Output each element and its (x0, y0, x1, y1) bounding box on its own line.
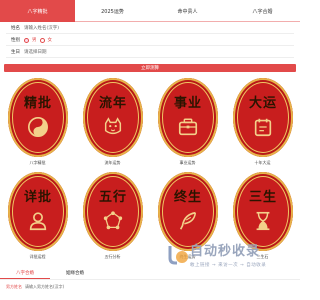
sex-options: 男 女 (24, 37, 52, 43)
service-card-jingpi[interactable]: 精批 八字精批 (0, 78, 75, 170)
service-title: 精批 (23, 96, 52, 111)
service-emblem: 流年 (83, 78, 143, 157)
service-title: 五行 (98, 190, 127, 205)
tiger-icon (104, 117, 122, 135)
service-emblem: 五行 (83, 172, 143, 251)
sex-row: 性别 男 女 (0, 34, 300, 46)
sex-male-label: 男 (32, 38, 37, 43)
service-caption: 五行分析 (104, 254, 121, 259)
person-icon (29, 212, 47, 231)
row-divider (6, 57, 294, 58)
footer-tabs: 八字合婚 姻缘合婚 (0, 267, 300, 279)
service-card-liunian[interactable]: 流年 流年运势 (75, 78, 150, 170)
sex-female-radio[interactable] (39, 37, 45, 43)
service-caption: 十年大运 (254, 160, 271, 165)
service-card-wuxing[interactable]: 五行 五行分析 (75, 172, 150, 264)
tab-bazi-jingpi[interactable]: 八字精批 (0, 0, 75, 22)
watermark-logo-icon (168, 246, 188, 265)
sex-female-label: 女 (47, 38, 53, 43)
submit-button[interactable]: 立即测算 (4, 64, 296, 72)
footer-form: 八字合婚 姻缘合婚 男方姓名 请输入男方姓名(汉字) (0, 267, 300, 300)
yin-yang-icon (28, 117, 48, 137)
service-title: 事业 (173, 96, 202, 111)
service-caption: 流年运势 (104, 160, 121, 165)
birth-row: 生日 请选择日期 (0, 46, 300, 58)
briefcase-icon (178, 118, 198, 136)
male-name-input[interactable]: 请输入男方姓名(汉字) (25, 284, 64, 290)
tab-2025-yunshi[interactable]: 2025运势 (75, 0, 150, 22)
hourglass-icon (256, 211, 270, 231)
service-card-dayun[interactable]: 大运 十年大运 (225, 78, 300, 170)
footer-divider (0, 279, 300, 280)
service-title: 大运 (248, 96, 277, 111)
footer-name-row: 男方姓名 请输入男方姓名(汉字) (6, 284, 64, 290)
name-input[interactable]: 请输入姓名(汉字) (24, 25, 59, 31)
service-caption: 八字精批 (29, 160, 46, 165)
tab-guiren[interactable]: 命中贵人 (150, 0, 225, 22)
male-name-label: 男方姓名 (6, 284, 22, 289)
birth-date-input[interactable]: 请选择日期 (24, 49, 47, 55)
service-caption: 事业运势 (179, 160, 196, 165)
watermark-title: 自动秒收录 (190, 244, 261, 259)
footer-tab-hehun[interactable]: 八字合婚 (0, 267, 50, 279)
calendar-icon (254, 118, 272, 137)
service-title: 详批 (23, 190, 52, 205)
footer-tab-yinyuan[interactable]: 姻缘合婚 (50, 267, 100, 279)
service-emblem: 精批 (8, 78, 68, 157)
top-tabs: 八字精批 2025运势 命中贵人 八字合婚 (0, 0, 300, 22)
service-card-shiye[interactable]: 事业 事业运势 (150, 78, 225, 170)
service-title: 三生 (248, 190, 277, 205)
name-label: 姓名 (11, 26, 20, 31)
service-title: 终生 (173, 190, 202, 205)
birth-label: 生日 (11, 50, 20, 55)
service-title: 流年 (98, 96, 127, 111)
service-card-xiangpi[interactable]: 详批 详批运程 (0, 172, 75, 264)
service-emblem: 大运 (233, 78, 293, 157)
service-caption: 详批运程 (29, 254, 46, 259)
birth-form: 姓名 请输入姓名(汉字) 性别 男 女 生日 请选择日期 (0, 22, 300, 58)
feather-icon (179, 211, 197, 230)
service-emblem: 事业 (158, 78, 218, 157)
sex-male-radio[interactable] (24, 37, 29, 43)
wuxing-icon (103, 211, 123, 230)
tab-hehun[interactable]: 八字合婚 (225, 0, 300, 22)
service-emblem: 详批 (8, 172, 68, 251)
name-row: 姓名 请输入姓名(汉字) (0, 22, 300, 34)
sex-label: 性别 (11, 38, 20, 43)
